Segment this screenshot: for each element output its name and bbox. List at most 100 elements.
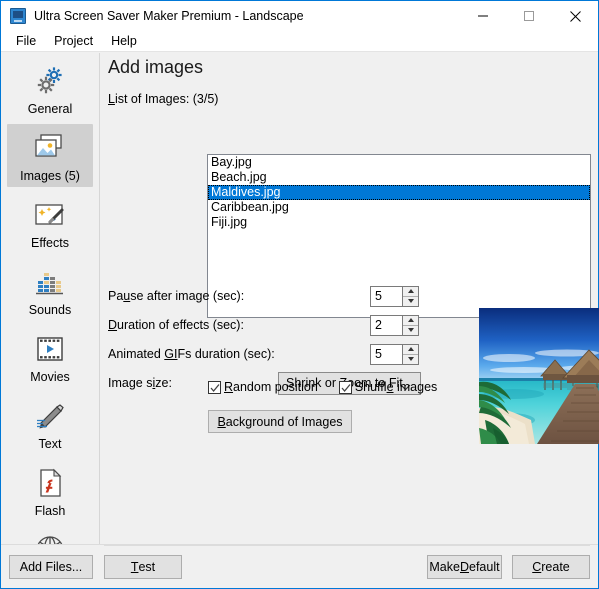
page-title: Add images [108, 57, 204, 77]
pause-after-image-label: Pause after image (sec): [108, 289, 244, 303]
sidebar-item-label: General [27, 102, 73, 116]
image-size-label: Image size: [108, 376, 172, 390]
animated-gifs-duration-row: Animated GIFs duration (sec): 5 [108, 343, 428, 365]
sidebar: General Images (5) Effects Sounds Movies… [1, 53, 100, 585]
sidebar-item-label: Sounds [28, 303, 72, 317]
sidebar-item-effects[interactable]: Effects [7, 191, 93, 254]
test-button[interactable]: Test [104, 555, 182, 579]
sidebar-item-general[interactable]: General [7, 57, 93, 120]
stepper-buttons [402, 314, 419, 336]
duration-of-effects-row: Duration of effects (sec): 2 [108, 314, 428, 336]
menu-bar: File Project Help [1, 30, 598, 52]
sidebar-item-text[interactable]: Text [7, 392, 93, 455]
application-window: Ultra Screen Saver Maker Premium - Lands… [0, 0, 599, 589]
pause-after-image-stepper[interactable]: 5 [370, 285, 419, 307]
list-item[interactable]: Caribbean.jpg [208, 200, 590, 215]
list-item[interactable]: Bay.jpg [208, 155, 590, 170]
btn-accelerator: B [217, 414, 226, 429]
animated-gifs-duration-label: Animated GIFs duration (sec): [108, 347, 275, 361]
pause-after-image-input[interactable]: 5 [370, 285, 402, 307]
chevron-up-icon [407, 289, 414, 293]
label-text: uration of effects (sec): [117, 318, 244, 332]
sidebar-item-images[interactable]: Images (5) [7, 124, 93, 187]
stepper-down-button[interactable] [403, 324, 418, 335]
sidebar-item-movies[interactable]: Movies [7, 325, 93, 388]
sidebar-item-label: Text [38, 437, 62, 451]
btn-accelerator: D [459, 560, 469, 574]
chevron-down-icon [407, 357, 414, 361]
stepper-up-button[interactable] [403, 315, 418, 325]
sidebar-item-label: Images (5) [20, 169, 80, 183]
btn-text: ackground of Images [225, 414, 343, 429]
animated-gifs-duration-stepper[interactable]: 5 [370, 343, 419, 365]
sidebar-item-label: Movies [30, 370, 70, 384]
animated-gifs-duration-input[interactable]: 5 [370, 343, 402, 365]
checkbox-box[interactable] [338, 380, 352, 394]
minimize-button[interactable] [460, 1, 506, 31]
maximize-button[interactable] [506, 1, 552, 31]
add-files-button[interactable]: Add Files... [9, 555, 93, 579]
menu-item-file[interactable]: File [7, 32, 45, 50]
chevron-down-icon [407, 299, 414, 303]
background-of-images-button[interactable]: Background of Images [208, 410, 352, 433]
make-default-button[interactable]: Make Default [427, 555, 502, 579]
pencil-icon [33, 397, 67, 435]
label-text: andom position [233, 380, 318, 394]
check-icon [341, 383, 351, 392]
divider [104, 545, 590, 546]
label-accelerator: R [224, 380, 234, 394]
pause-after-image-row: Pause after image (sec): 5 [108, 285, 428, 307]
monitor-icon [10, 7, 26, 24]
label-text: Image s [108, 376, 153, 390]
btn-text: est [138, 560, 156, 574]
random-position-label: Random position [224, 380, 318, 394]
chevron-down-icon [407, 328, 414, 332]
checkbox-box[interactable] [208, 380, 221, 394]
menu-item-project[interactable]: Project [45, 32, 102, 50]
stepper-down-button[interactable] [403, 295, 418, 306]
label-text: Shuffl [354, 380, 387, 394]
window-title: Ultra Screen Saver Maker Premium - Lands… [34, 8, 304, 23]
btn-text: Make [429, 560, 460, 574]
sidebar-item-label: Flash [34, 504, 66, 518]
menu-item-help[interactable]: Help [102, 32, 146, 50]
chevron-up-icon [407, 318, 414, 322]
list-item[interactable]: Fiji.jpg [208, 215, 590, 230]
label-accelerator: e [386, 380, 394, 394]
stepper-up-button[interactable] [403, 286, 418, 296]
stepper-buttons [402, 285, 419, 307]
label-text: images [393, 380, 438, 394]
label-accelerator: D [108, 318, 118, 332]
list-of-images-label: List of Images: (3/5) [108, 92, 598, 106]
check-icon [210, 383, 220, 392]
image-preview [479, 308, 599, 444]
stepper-buttons [402, 343, 419, 365]
random-position-checkbox[interactable]: Random position [208, 380, 318, 394]
maldives-preview-illustration [479, 308, 599, 444]
equalizer-icon [33, 263, 67, 301]
shuffle-images-checkbox[interactable]: Shuffle images [338, 380, 438, 394]
label-accelerator: GI [164, 347, 178, 361]
label-text: Animated [108, 347, 165, 361]
options-checkbox-row: Random position Shuffle images [208, 380, 458, 394]
flash-icon [36, 464, 64, 502]
bottom-toolbar: Add Files... Test Make Default Create [1, 544, 598, 588]
duration-of-effects-input[interactable]: 2 [370, 314, 402, 336]
title-bar: Ultra Screen Saver Maker Premium - Lands… [1, 0, 598, 31]
list-item[interactable]: Beach.jpg [208, 170, 590, 185]
list-label-accelerator: L [108, 92, 115, 106]
create-button[interactable]: Create [512, 555, 590, 579]
magic-wand-icon [32, 196, 68, 234]
stepper-down-button[interactable] [403, 353, 418, 364]
list-item[interactable]: Maldives.jpg [208, 185, 590, 200]
sidebar-item-label: Effects [31, 236, 69, 250]
images-icon [32, 129, 68, 167]
window-controls [460, 1, 598, 31]
duration-of-effects-stepper[interactable]: 2 [370, 314, 419, 336]
label-text: Fs duration (sec): [177, 347, 275, 361]
stepper-up-button[interactable] [403, 344, 418, 354]
label-text: ze: [155, 376, 172, 390]
close-button[interactable] [552, 1, 598, 31]
sidebar-item-flash[interactable]: Flash [7, 459, 93, 522]
sidebar-item-sounds[interactable]: Sounds [7, 258, 93, 321]
